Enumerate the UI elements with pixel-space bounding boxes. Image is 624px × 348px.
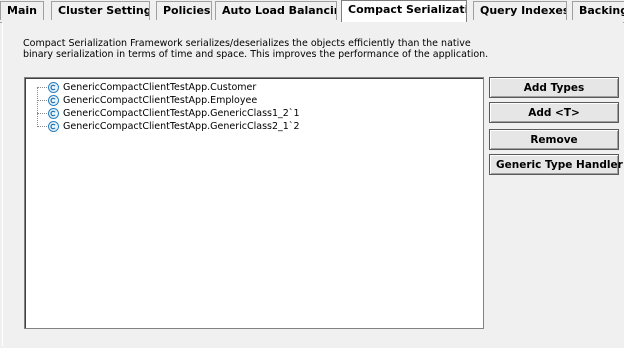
tree-connector <box>37 126 47 127</box>
compact-serialization-window: Main Cluster Settings Policies Auto Load… <box>0 0 624 348</box>
tree-connector <box>37 113 47 114</box>
tree-item[interactable]: GenericCompactClientTestApp.Customer <box>25 81 325 94</box>
tab-cluster-settings[interactable]: Cluster Settings <box>51 1 150 20</box>
class-node-icon <box>48 82 59 93</box>
tab-label: Cluster Settings <box>58 4 150 17</box>
types-tree-view[interactable]: GenericCompactClientTestApp.Customer Gen… <box>24 77 484 329</box>
tree-item[interactable]: GenericCompactClientTestApp.GenericClass… <box>25 120 325 133</box>
tab-label: Query Indexes <box>480 4 567 17</box>
class-node-icon <box>48 95 59 106</box>
tab-label: Backing <box>579 4 624 17</box>
tab-backing[interactable]: Backing <box>572 1 624 20</box>
tree-item-label: GenericCompactClientTestApp.GenericClass… <box>63 108 300 119</box>
description-text: Compact Serialization Framework serializ… <box>23 38 493 60</box>
tab-label: Compact Serialization <box>348 3 466 16</box>
tab-compact-serialization[interactable]: Compact Serialization <box>341 0 467 22</box>
tree-item[interactable]: GenericCompactClientTestApp.Employee <box>25 94 325 107</box>
add-generic-button[interactable]: Add <T> <box>489 102 619 123</box>
tab-policies[interactable]: Policies <box>156 1 212 20</box>
tab-label: Policies <box>163 4 211 17</box>
tree-connector <box>37 100 47 101</box>
class-node-icon <box>48 108 59 119</box>
tab-strip: Main Cluster Settings Policies Auto Load… <box>0 0 624 23</box>
description-line-1: Compact Serialization Framework serializ… <box>23 38 471 49</box>
remove-button[interactable]: Remove <box>489 129 619 150</box>
tree-item-label: GenericCompactClientTestApp.Employee <box>63 95 258 106</box>
tab-query-indexes[interactable]: Query Indexes <box>473 1 567 20</box>
tab-main[interactable]: Main <box>0 1 44 20</box>
tab-label: Main <box>7 4 37 17</box>
tree-item-label: GenericCompactClientTestApp.Customer <box>63 82 257 93</box>
tab-auto-load-balancing[interactable]: Auto Load Balancing <box>215 1 337 20</box>
tab-label: Auto Load Balancing <box>222 4 337 17</box>
tree-item[interactable]: GenericCompactClientTestApp.GenericClass… <box>25 107 325 120</box>
add-types-button[interactable]: Add Types <box>489 77 619 98</box>
description-line-2: binary serialization in terms of time an… <box>23 49 489 60</box>
tree-item-label: GenericCompactClientTestApp.GenericClass… <box>63 121 300 132</box>
tree-connector <box>37 87 47 88</box>
class-node-icon <box>48 121 59 132</box>
generic-type-handler-button[interactable]: Generic Type Handler <box>489 154 623 175</box>
